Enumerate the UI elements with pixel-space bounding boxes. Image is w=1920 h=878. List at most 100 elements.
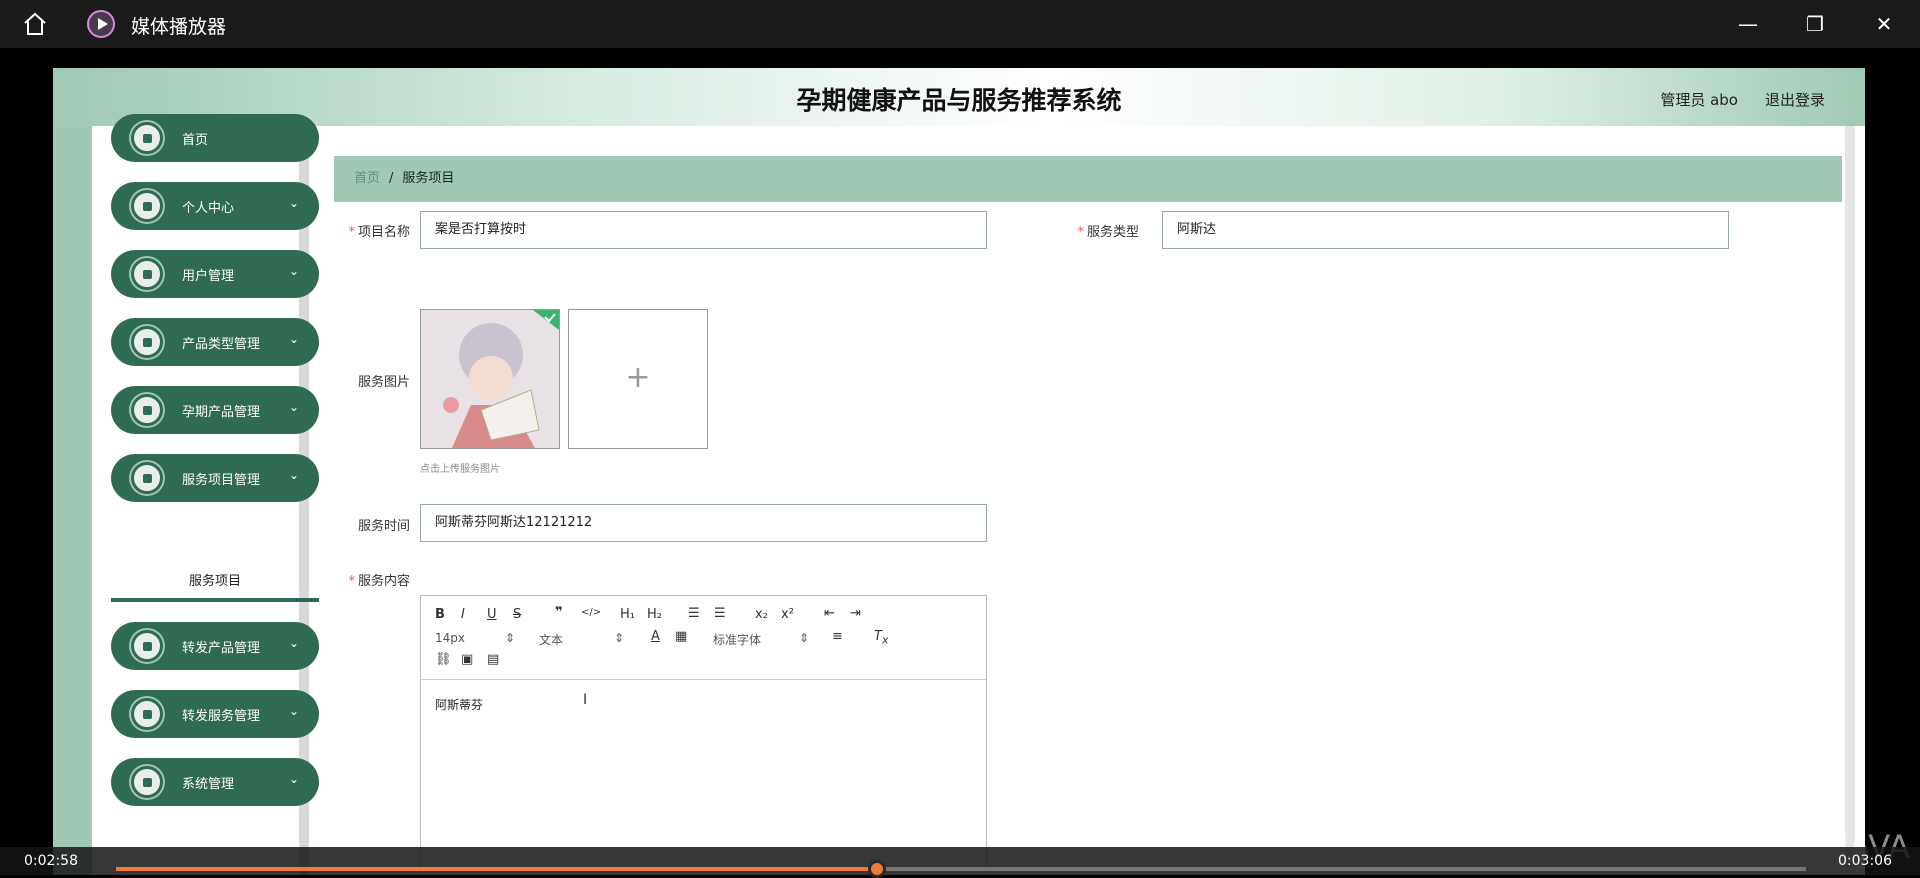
close-icon[interactable]: ✕: [1869, 10, 1899, 38]
heading1-icon[interactable]: H₁: [620, 607, 635, 622]
align-icon[interactable]: ≡: [832, 629, 843, 644]
chevron-down-icon: ⌄: [288, 196, 299, 210]
font-color-icon[interactable]: A: [651, 629, 660, 644]
font-family-select[interactable]: 标准字体: [713, 631, 761, 648]
grid-icon: [131, 698, 163, 730]
heading2-icon[interactable]: H₂: [647, 607, 662, 622]
name-label: * 项目名称: [348, 225, 410, 240]
required-mark: *: [348, 574, 355, 589]
restore-icon[interactable]: ❐: [1800, 10, 1830, 38]
underline-icon[interactable]: U: [487, 607, 497, 622]
elapsed-time: 0:02:58: [24, 853, 78, 869]
chevron-down-icon: ⌄: [288, 468, 299, 482]
indent-icon[interactable]: ⇥: [850, 606, 861, 621]
app-frame: 孕期健康产品与服务推荐系统 管理员 abo 退出登录 首页 个人中心 ⌄ 用户管…: [53, 68, 1865, 875]
home-icon[interactable]: [20, 10, 50, 38]
sidebar-item-label: 首页: [182, 133, 209, 148]
link-icon[interactable]: ⛓: [435, 652, 452, 667]
rich-text-editor[interactable]: B I U S ❞ </> H₁ H₂ ☰ ☰ x₂ x² ⇤ ⇥ 14px ⇕…: [420, 595, 987, 875]
superscript-icon[interactable]: x²: [781, 607, 794, 622]
user-icon: [131, 190, 163, 222]
clipboard-check-icon: [131, 766, 163, 798]
sidebar-item-home[interactable]: 首页: [111, 114, 319, 162]
subscript-icon[interactable]: x₂: [755, 607, 768, 622]
sidebar: 首页 个人中心 ⌄ 用户管理 ⌄ 产品类型管理 ⌄ 孕期产品管理 ⌄ 服务项目管…: [92, 114, 319, 875]
sidebar-item-forward-product[interactable]: 转发产品管理 ⌄: [111, 622, 319, 670]
chevron-down-icon: ⌄: [288, 704, 299, 718]
video-icon[interactable]: ▤: [487, 652, 499, 667]
sidebar-item-service-project[interactable]: 服务项目管理 ⌄: [111, 454, 319, 502]
time-label: 服务时间: [357, 519, 410, 534]
required-mark: *: [1077, 225, 1084, 240]
bullet-list-icon[interactable]: ☰: [714, 606, 726, 621]
sidebar-item-product-type[interactable]: 产品类型管理 ⌄: [111, 318, 319, 366]
progress-fill: [116, 867, 877, 871]
window-title: 媒体播放器: [131, 16, 227, 38]
sidebar-item-user-management[interactable]: 用户管理 ⌄: [111, 250, 319, 298]
breadcrumb-separator: /: [389, 171, 394, 186]
type-input[interactable]: 阿斯达: [1162, 211, 1729, 249]
strikethrough-icon[interactable]: S: [513, 607, 521, 622]
paragraph-select[interactable]: 文本: [539, 631, 563, 648]
code-icon[interactable]: </>: [581, 607, 601, 618]
font-size-select[interactable]: 14px: [435, 631, 465, 645]
site-title: 孕期健康产品与服务推荐系统: [796, 86, 1122, 115]
breadcrumb-home[interactable]: 首页: [354, 171, 380, 186]
name-input[interactable]: 案是否打算按时: [420, 211, 987, 249]
progress-knob[interactable]: [867, 860, 886, 878]
outdent-icon[interactable]: ⇤: [824, 606, 835, 621]
sidebar-item-personal-center[interactable]: 个人中心 ⌄: [111, 182, 319, 230]
sidebar-item-pregnancy-product[interactable]: 孕期产品管理 ⌄: [111, 386, 319, 434]
background-color-icon[interactable]: ▦: [675, 629, 687, 644]
chevron-updown-icon: ⇕: [799, 631, 810, 645]
image-label: 服务图片: [357, 375, 410, 390]
ordered-list-icon[interactable]: ☰: [688, 606, 700, 621]
sidebar-item-system[interactable]: 系统管理 ⌄: [111, 758, 319, 806]
sidebar-item-label: 系统管理: [182, 777, 235, 792]
type-label: * 服务类型: [1077, 225, 1139, 240]
media-player-icon: [87, 10, 115, 38]
text-cursor-icon: I: [583, 692, 588, 708]
sidebar-item-label: 转发服务管理: [182, 709, 261, 724]
editor-content[interactable]: 阿斯蒂芬: [435, 696, 483, 713]
uploaded-image-thumbnail[interactable]: [420, 309, 560, 449]
chevron-down-icon: ⌄: [288, 772, 299, 786]
content-label: * 服务内容: [348, 574, 410, 589]
editor-toolbar: B I U S ❞ </> H₁ H₂ ☰ ☰ x₂ x² ⇤ ⇥ 14px ⇕…: [421, 596, 986, 680]
home-icon: [131, 122, 163, 154]
chevron-down-icon: ⌄: [288, 332, 299, 346]
location-icon: [131, 394, 163, 426]
admin-name: 管理员 abo: [1660, 91, 1738, 109]
time-input[interactable]: 阿斯蒂芬阿斯达12121212: [420, 504, 987, 542]
sidebar-stripe: [53, 126, 92, 875]
clipboard-icon: [131, 462, 163, 494]
minimize-icon[interactable]: —: [1733, 10, 1763, 38]
italic-icon[interactable]: I: [461, 607, 465, 622]
upload-hint: 点击上传服务图片: [420, 464, 500, 475]
check-icon: [533, 310, 559, 330]
breadcrumb: 首页 / 服务项目: [334, 156, 1842, 202]
window-titlebar: 媒体播放器 — ❐ ✕: [0, 0, 1920, 48]
portrait-image: [421, 310, 559, 448]
sidebar-item-forward-service[interactable]: 转发服务管理 ⌄: [111, 690, 319, 738]
quote-icon[interactable]: ❞: [555, 605, 563, 620]
briefcase-icon: [131, 326, 163, 358]
breadcrumb-current: 服务项目: [402, 171, 455, 186]
clear-format-icon[interactable]: Tx: [874, 629, 888, 647]
chevron-down-icon: ⌄: [288, 636, 299, 650]
sidebar-item-label: 产品类型管理: [182, 337, 261, 352]
sidebar-item-label: 用户管理: [182, 269, 235, 284]
chevron-updown-icon: ⇕: [614, 631, 625, 645]
flag-icon: [131, 258, 163, 290]
image-icon[interactable]: ▣: [461, 652, 473, 667]
logout-link[interactable]: 退出登录: [1765, 89, 1825, 110]
chevron-updown-icon: ⇕: [505, 631, 516, 645]
scrollbar[interactable]: [1845, 126, 1855, 875]
monitor-icon: [131, 630, 163, 662]
media-controls: 0:02:58 0:03:06: [0, 847, 1920, 878]
total-time: 0:03:06: [1838, 853, 1892, 869]
bold-icon[interactable]: B: [435, 607, 445, 622]
required-mark: *: [348, 225, 355, 240]
upload-add-button[interactable]: +: [568, 309, 708, 449]
sidebar-subitem-service[interactable]: 服务项目: [111, 566, 319, 602]
